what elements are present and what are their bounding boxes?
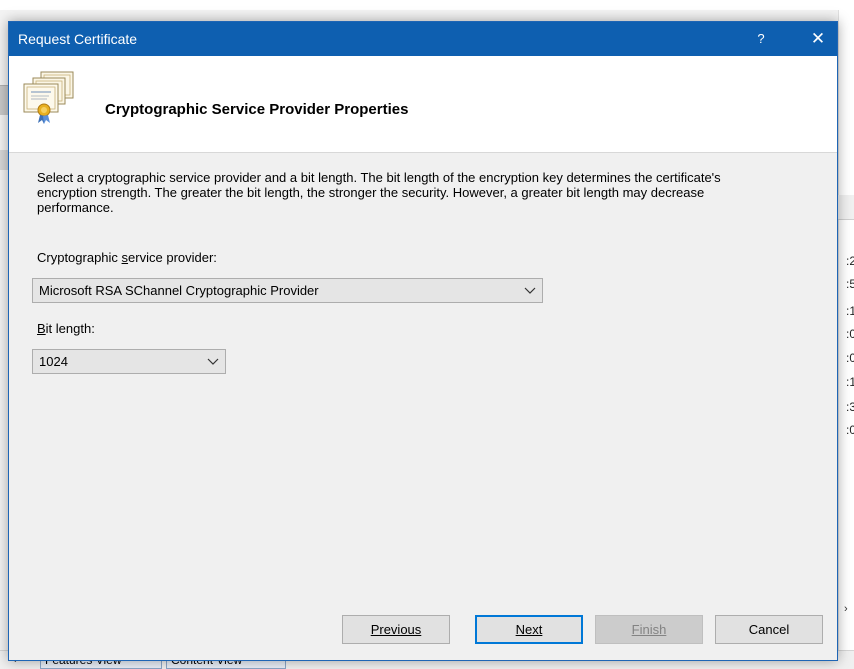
background-list-row: :0 bbox=[846, 423, 854, 437]
next-button[interactable]: Next bbox=[475, 615, 583, 644]
background-list-row: :1 bbox=[846, 375, 854, 389]
background-right-header bbox=[838, 195, 854, 220]
chevron-down-icon bbox=[207, 358, 219, 365]
background-list-row: :0 bbox=[846, 327, 854, 341]
bit-length-select[interactable]: 1024 bbox=[32, 349, 226, 374]
chevron-right-icon[interactable]: › bbox=[844, 603, 854, 617]
description-text: Select a cryptographic service provider … bbox=[37, 170, 721, 215]
dialog-titlebar[interactable]: Request Certificate ? ✕ bbox=[9, 22, 837, 56]
csp-select-value: Microsoft RSA SChannel Cryptographic Pro… bbox=[39, 283, 319, 298]
wizard-header: Cryptographic Service Provider Propertie… bbox=[9, 56, 837, 153]
cancel-button[interactable]: Cancel bbox=[715, 615, 823, 644]
page-title: Cryptographic Service Provider Propertie… bbox=[105, 101, 409, 118]
background-list-row: :0 bbox=[846, 351, 854, 365]
csp-select[interactable]: Microsoft RSA SChannel Cryptographic Pro… bbox=[32, 278, 543, 303]
background-list-row: :1 bbox=[846, 304, 854, 318]
background-left-toolbar bbox=[0, 85, 8, 115]
request-certificate-dialog: Request Certificate ? ✕ Cryptographic Se… bbox=[8, 21, 838, 661]
csp-label: Cryptographic service provider: bbox=[37, 250, 217, 265]
background-top-strip bbox=[0, 0, 854, 10]
background-list-row: :5 bbox=[846, 277, 854, 291]
close-button[interactable]: ✕ bbox=[799, 22, 837, 56]
background-list-row: :2 bbox=[846, 254, 854, 268]
finish-button[interactable]: Finish bbox=[595, 615, 703, 644]
certificate-icon bbox=[23, 71, 74, 124]
previous-button[interactable]: Previous bbox=[342, 615, 450, 644]
background-list-row: :3 bbox=[846, 400, 854, 414]
background-left-tab bbox=[0, 150, 8, 170]
dialog-title: Request Certificate bbox=[18, 31, 138, 47]
bit-length-label: Bit length: bbox=[37, 321, 95, 336]
chevron-down-icon bbox=[524, 287, 536, 294]
bit-length-select-value: 1024 bbox=[39, 354, 68, 369]
help-button[interactable]: ? bbox=[744, 22, 778, 56]
